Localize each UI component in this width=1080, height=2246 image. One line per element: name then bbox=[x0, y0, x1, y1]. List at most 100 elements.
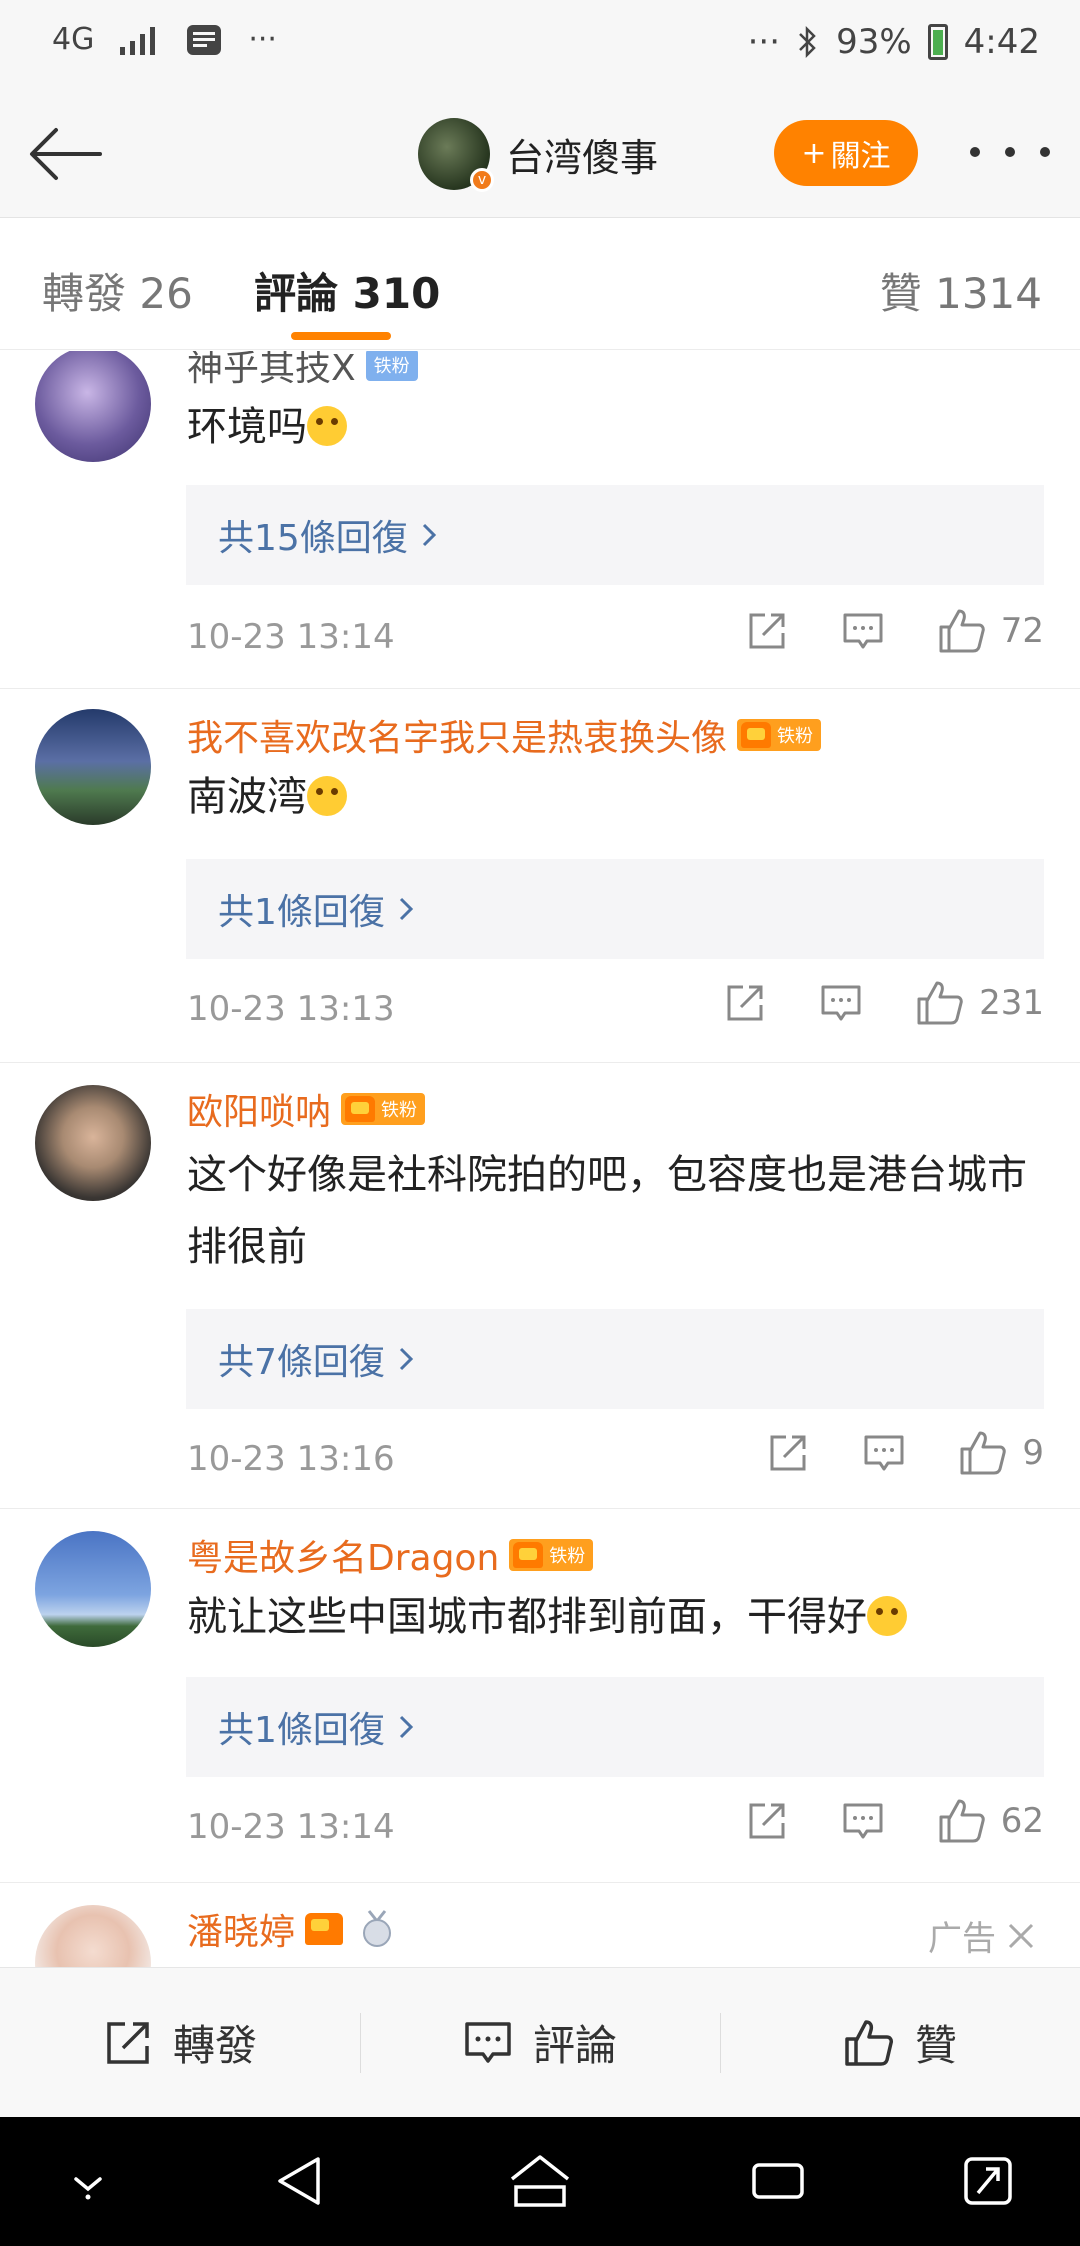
thumbs-up-icon bbox=[939, 1799, 985, 1843]
tab-reposts[interactable]: 轉發 26 bbox=[42, 260, 193, 321]
active-tab-indicator bbox=[291, 332, 391, 340]
comment-username[interactable]: 神乎其技X 铁粉 bbox=[187, 351, 418, 391]
share-icon bbox=[770, 1435, 806, 1471]
like-label: 贊 bbox=[914, 2021, 957, 2070]
username-text: 我不喜欢改名字我只是热衷换头像 bbox=[187, 718, 728, 759]
thumbs-up-icon bbox=[960, 1431, 1007, 1475]
avatar[interactable] bbox=[35, 1531, 151, 1647]
reply-button[interactable] bbox=[819, 981, 863, 1025]
network-indicator: 4G bbox=[52, 22, 95, 57]
thumbs-up-icon bbox=[845, 2019, 893, 2066]
dot-icon bbox=[1040, 147, 1050, 157]
home-icon[interactable] bbox=[508, 2153, 572, 2209]
like-button[interactable]: 231 bbox=[915, 979, 1044, 1027]
reply-button[interactable] bbox=[862, 1431, 906, 1475]
tab-likes[interactable]: 贊 1314 bbox=[880, 260, 1042, 321]
fan-badge: 铁粉 bbox=[509, 1539, 594, 1571]
replies-link[interactable]: 共15條回復 bbox=[186, 485, 1044, 585]
replies-link[interactable]: 共7條回復 bbox=[186, 1309, 1044, 1409]
comment-time: 10-23 13:14 bbox=[187, 1807, 395, 1847]
dot-icon bbox=[970, 147, 980, 157]
comment-body: 环境吗 bbox=[187, 391, 1047, 463]
expand-icon[interactable] bbox=[962, 2153, 1014, 2209]
comment-text: 环境吗 bbox=[187, 404, 307, 450]
replies-link[interactable]: 共1條回復 bbox=[186, 859, 1044, 959]
overflow-dots: ··· bbox=[747, 22, 781, 62]
comment-time: 10-23 13:14 bbox=[187, 617, 395, 657]
like-count: 62 bbox=[1000, 1801, 1044, 1841]
signal-icon bbox=[120, 26, 156, 55]
comment-label: 評論 bbox=[532, 2021, 617, 2070]
comment-icon bbox=[843, 613, 883, 649]
share-icon bbox=[749, 613, 785, 649]
comment-username[interactable]: 粤是故乡名Dragon 铁粉 bbox=[187, 1529, 594, 1581]
comment-icon bbox=[864, 1435, 904, 1471]
like-count: 72 bbox=[1000, 611, 1044, 651]
back-button[interactable] bbox=[26, 116, 106, 192]
repost-button[interactable] bbox=[723, 981, 767, 1025]
back-icon[interactable] bbox=[274, 2153, 326, 2209]
reply-button[interactable] bbox=[841, 1799, 885, 1843]
crown-icon bbox=[513, 1542, 544, 1568]
comment-action-button[interactable]: 評論 bbox=[360, 1968, 720, 2117]
smile-emoji-icon bbox=[867, 1596, 907, 1636]
share-icon bbox=[727, 985, 763, 1021]
bottom-action-bar: 轉發 評論 贊 bbox=[0, 1967, 1080, 2117]
comment-username[interactable]: 我不喜欢改名字我只是热衷换头像 铁粉 bbox=[187, 709, 822, 761]
avatar[interactable] bbox=[35, 351, 151, 462]
comment-item: 欧阳唢呐 铁粉 这个好像是社科院拍的吧，包容度也是港台城市排很前 共7條回復 1… bbox=[0, 1063, 1080, 1509]
chevron-right-icon bbox=[399, 897, 414, 921]
comment-time: 10-23 13:13 bbox=[187, 989, 395, 1029]
plus-icon: + bbox=[801, 135, 827, 171]
like-button[interactable]: 72 bbox=[937, 607, 1044, 655]
comment-text: 南波湾 bbox=[187, 774, 307, 820]
chevron-down-icon[interactable] bbox=[64, 2153, 112, 2209]
comment-icon bbox=[465, 2021, 511, 2063]
comment-list[interactable]: 神乎其技X 铁粉 环境吗 共15條回復 10-23 13:14 72 我不喜欢改… bbox=[0, 351, 1080, 1967]
comment-username[interactable]: 潘晓婷 bbox=[187, 1903, 395, 1955]
laugh-cry-emoji-icon bbox=[307, 406, 347, 446]
like-action-button[interactable]: 贊 bbox=[720, 1968, 1080, 2117]
battery-icon bbox=[927, 24, 948, 60]
avatar[interactable] bbox=[35, 1905, 151, 1967]
dot-icon bbox=[1005, 147, 1015, 157]
replies-count: 共7條回復 bbox=[218, 1342, 385, 1383]
crown-icon bbox=[305, 1913, 344, 1945]
repost-button[interactable] bbox=[745, 1799, 789, 1843]
follow-button[interactable]: + 關注 bbox=[774, 120, 918, 186]
replies-count: 共15條回復 bbox=[218, 518, 408, 559]
replies-count: 共1條回復 bbox=[218, 1710, 385, 1751]
repost-button[interactable] bbox=[766, 1431, 810, 1475]
repost-button[interactable] bbox=[745, 609, 789, 653]
crown-icon bbox=[741, 722, 772, 748]
thumbs-up-icon bbox=[939, 609, 985, 653]
share-icon bbox=[107, 2021, 149, 2064]
fan-badge: 铁粉 bbox=[737, 719, 822, 751]
system-nav-bar bbox=[0, 2117, 1080, 2246]
comment-text: 就让这些中国城市都排到前面，干得好 bbox=[187, 1594, 867, 1640]
fan-badge: 铁粉 bbox=[365, 351, 418, 381]
comment-item: 神乎其技X 铁粉 环境吗 共15條回復 10-23 13:14 72 bbox=[0, 351, 1080, 689]
reply-button[interactable] bbox=[841, 609, 885, 653]
avatar[interactable] bbox=[35, 1085, 151, 1201]
avatar[interactable]: v bbox=[418, 118, 494, 192]
repost-label: 轉發 bbox=[172, 2021, 257, 2070]
recents-icon[interactable] bbox=[750, 2153, 806, 2209]
comment-icon bbox=[843, 1803, 883, 1839]
like-button[interactable]: 62 bbox=[937, 1797, 1044, 1845]
avatar[interactable] bbox=[35, 709, 151, 825]
verified-icon: v bbox=[470, 168, 494, 192]
username-text: 潘晓婷 bbox=[187, 1912, 296, 1953]
replies-link[interactable]: 共1條回復 bbox=[186, 1677, 1044, 1777]
comment-username[interactable]: 欧阳唢呐 铁粉 bbox=[187, 1083, 426, 1135]
like-button[interactable]: 9 bbox=[958, 1429, 1044, 1477]
repost-action-button[interactable]: 轉發 bbox=[0, 1968, 360, 2117]
close-icon[interactable] bbox=[1006, 1921, 1036, 1951]
bluetooth-icon bbox=[799, 25, 816, 59]
replies-count: 共1條回復 bbox=[218, 892, 385, 933]
fan-badge: 铁粉 bbox=[341, 1093, 426, 1125]
account-info[interactable]: v 台湾傻事 bbox=[418, 118, 658, 192]
more-options-button[interactable] bbox=[970, 132, 1050, 172]
username-text: 粤是故乡名Dragon bbox=[187, 1538, 500, 1579]
tab-comments[interactable]: 評論 310 bbox=[254, 260, 440, 321]
